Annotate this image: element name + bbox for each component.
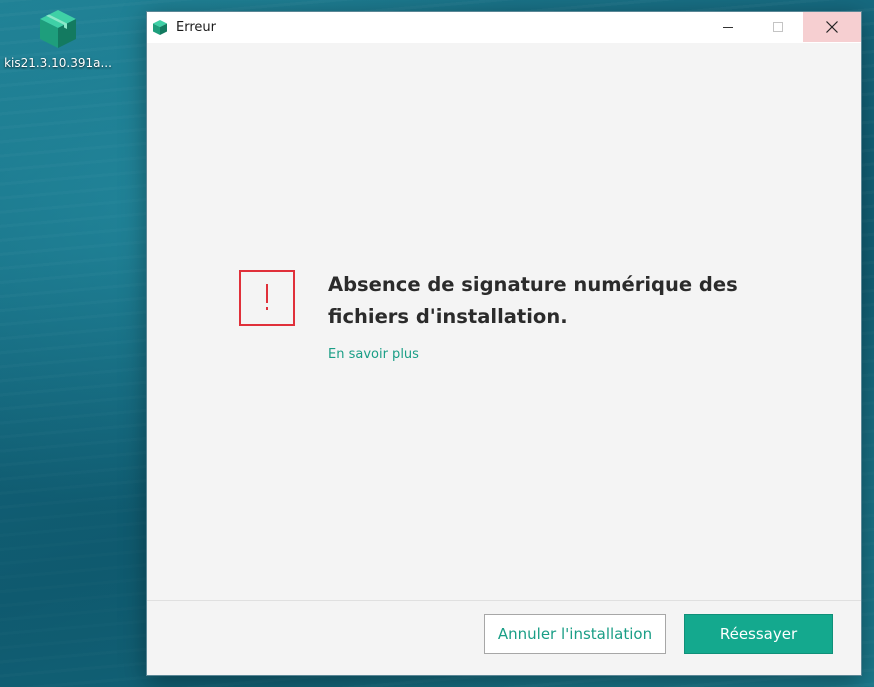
learn-more-link[interactable]: En savoir plus [328,347,419,362]
dialog-footer: Annuler l'installation Réessayer [147,600,861,675]
cancel-installation-button[interactable]: Annuler l'installation [484,614,666,654]
installer-package-icon [40,10,76,48]
minimize-icon [723,27,733,28]
desktop-icon-label: kis21.3.10.391a... [4,56,112,70]
title-bar[interactable]: Erreur [147,12,861,43]
exclamation-warning-icon [239,270,295,326]
desktop-shortcut[interactable]: kis21.3.10.391a... [2,8,114,70]
close-button[interactable] [803,12,861,42]
window-title: Erreur [176,20,216,35]
error-headline: Absence de signature numérique des fichi… [328,273,738,328]
kaspersky-package-icon [153,20,167,35]
maximize-icon [773,22,783,32]
error-dialog-window: Erreur Absence de signature numérique de… [146,11,862,676]
retry-button[interactable]: Réessayer [684,614,833,654]
minimize-button[interactable] [703,12,753,42]
maximize-button[interactable] [753,12,803,42]
dialog-content: Absence de signature numérique des fichi… [147,43,861,603]
close-icon [826,21,838,33]
caption-buttons [703,12,861,42]
